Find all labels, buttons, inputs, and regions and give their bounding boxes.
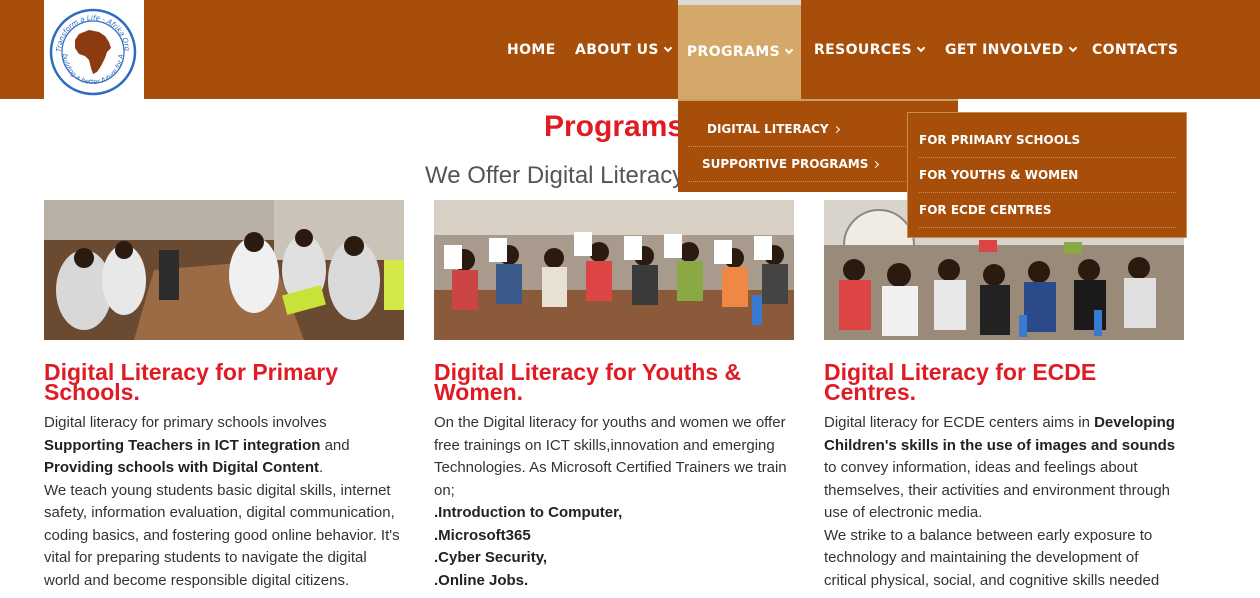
card-bold-text: Supporting Teachers in ICT integration (44, 436, 321, 454)
card-text: On the Digital literacy for youths and w… (434, 414, 787, 499)
card-title: Digital Literacy for ECDE Centres. (824, 359, 1097, 405)
chevron-right-icon (872, 160, 880, 168)
card-body: On the Digital literacy for youths and w… (434, 412, 794, 592)
card-image-youths-women (434, 200, 794, 340)
chevron-down-icon (663, 43, 673, 52)
card-text: to convey information, ideas and feeling… (824, 459, 1171, 521)
program-card-ecde: Digital Literacy for ECDE Centres. Digit… (824, 200, 1184, 592)
card-body: Digital literacy for primary schools inv… (44, 412, 404, 592)
page-subtitle: We Offer Digital Literacy (425, 162, 685, 189)
card-list-item: .Microsoft365 (434, 526, 531, 544)
menu-item-label: SUPPORTIVE PROGRAMS (702, 157, 869, 171)
submenu-item-label: FOR ECDE CENTRES (919, 203, 1052, 217)
nav-about-us[interactable]: ABOUT US (575, 0, 673, 99)
chevron-down-icon (916, 43, 926, 52)
nav-home[interactable]: HOME (507, 0, 556, 99)
site-logo[interactable]: Transform a Life - Afrika Org building a… (44, 0, 144, 99)
nav-get-involved-label: GET INVOLVED (945, 41, 1064, 58)
nav-resources[interactable]: RESOURCES (814, 0, 926, 99)
africa-logo-icon: Transform a Life - Afrika Org building a… (49, 8, 137, 96)
site-header: Transform a Life - Afrika Org building a… (0, 0, 1260, 99)
menu-item-label: DIGITAL LITERACY (707, 122, 829, 136)
nav-programs[interactable]: PROGRAMS (678, 0, 801, 99)
card-list-item: .Online Jobs. (434, 571, 529, 589)
nav-programs-label: PROGRAMS (686, 44, 781, 60)
card-text: Digital literacy for primary schools inv… (44, 414, 327, 431)
program-card-primary: Digital Literacy for Primary Schools. Di… (44, 200, 404, 592)
card-bold-text: Providing schools with Digital Content (44, 459, 320, 476)
card-text: We strike to a balance between early exp… (824, 526, 1160, 589)
nav-resources-label: RESOURCES (814, 41, 912, 58)
submenu-item-label: FOR YOUTHS & WOMEN (919, 168, 1079, 182)
program-card-youths-women: Digital Literacy for Youths & Women. On … (434, 200, 794, 592)
submenu-item-ecde-centres[interactable]: FOR ECDE CENTRES (919, 193, 1176, 228)
submenu-item-primary-schools[interactable]: FOR PRIMARY SCHOOLS (919, 123, 1176, 158)
page-title: Programs (544, 110, 685, 143)
chevron-down-icon (784, 45, 794, 55)
nav-home-label: HOME (507, 41, 556, 58)
digital-literacy-submenu: FOR PRIMARY SCHOOLS FOR YOUTHS & WOMEN F… (907, 112, 1187, 238)
card-title: Digital Literacy for Youths & Women. (434, 359, 742, 405)
submenu-item-youths-women[interactable]: FOR YOUTHS & WOMEN (919, 158, 1176, 193)
nav-contacts[interactable]: CONTACTS (1092, 0, 1178, 99)
card-image-primary-schools (44, 200, 404, 340)
nav-get-involved[interactable]: GET INVOLVED (945, 0, 1077, 99)
nav-contacts-label: CONTACTS (1092, 41, 1179, 58)
card-body: Digital literacy for ECDE centers aims i… (824, 412, 1184, 592)
card-list-item: .Introduction to Computer, (434, 504, 623, 521)
card-text: We teach young students basic digital sk… (44, 481, 400, 589)
card-text: and (320, 436, 350, 454)
chevron-down-icon (1068, 43, 1077, 52)
card-title: Digital Literacy for Primary Schools. (44, 359, 338, 405)
chevron-right-icon (832, 125, 840, 133)
submenu-item-label: FOR PRIMARY SCHOOLS (919, 133, 1081, 147)
card-text: . (319, 459, 324, 476)
card-text: Digital literacy for ECDE centers aims i… (824, 414, 1090, 431)
nav-about-us-label: ABOUT US (575, 41, 659, 58)
card-list-item: .Cyber Security, (434, 549, 548, 566)
